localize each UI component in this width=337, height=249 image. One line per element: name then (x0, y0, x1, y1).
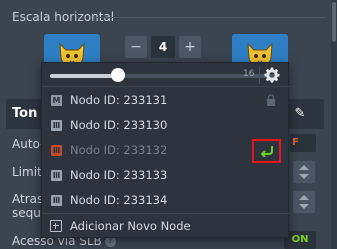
node-glyph: Ⅲ (52, 121, 61, 130)
list-item[interactable]: M Nodo ID: 233131 (42, 88, 290, 113)
node-label: Nodo ID: 233130 (70, 118, 168, 132)
topology-label: Ton (12, 106, 38, 121)
worker-node-icon: Ⅲ (51, 170, 62, 181)
section-divider (95, 17, 325, 18)
master-node-icon: M (51, 95, 62, 106)
node-label: Nodo ID: 233134 (70, 193, 168, 207)
increment-button[interactable]: + (179, 36, 201, 58)
node-dropdown: 16 M Nodo ID: 233131 Ⅲ Nodo ID: 233130 Ⅲ… (41, 62, 290, 238)
restore-node-button[interactable] (252, 139, 281, 163)
slider-handle[interactable] (110, 68, 125, 82)
node-count-slider-row: 16 (42, 63, 290, 87)
node-glyph: Ⅲ (52, 146, 61, 155)
add-icon (50, 220, 62, 232)
delay-spinner[interactable] (293, 191, 315, 213)
worker-node-icon: Ⅲ (51, 120, 62, 131)
list-item[interactable]: Ⅲ Nodo ID: 233134 (42, 188, 290, 213)
node-list: M Nodo ID: 233131 Ⅲ Nodo ID: 233130 Ⅲ No… (42, 88, 290, 213)
node-glyph: Ⅲ (52, 196, 61, 205)
edit-pencil-icon[interactable]: ✎ (287, 104, 313, 124)
node-glyph: M (52, 96, 61, 105)
auto-scaling-label: Auto- (12, 137, 45, 151)
node-count-stepper: − 4 + (125, 36, 201, 60)
lock-icon (267, 94, 275, 106)
worker-node-icon: Ⅲ (51, 195, 62, 206)
gear-icon[interactable] (264, 67, 280, 83)
restore-arrow-icon (260, 146, 273, 157)
disabled-node-icon: Ⅲ (51, 145, 62, 156)
limit-spinner[interactable] (293, 161, 315, 183)
node-label: Nodo ID: 233132 (70, 143, 168, 157)
node-count-value[interactable]: 4 (151, 36, 175, 58)
auto-scaling-toggle[interactable]: F (290, 134, 316, 152)
slider-fill (50, 74, 118, 78)
delay-label: Atras (12, 192, 44, 206)
add-node-label: Adicionar Novo Node (70, 219, 191, 233)
scrollbar-thumb[interactable] (332, 2, 336, 42)
list-item[interactable]: Ⅲ Nodo ID: 233132 (42, 138, 290, 163)
add-node-button[interactable]: Adicionar Novo Node (42, 213, 290, 238)
slider-divider (259, 66, 260, 84)
node-label: Nodo ID: 233131 (70, 93, 168, 107)
list-item[interactable]: Ⅲ Nodo ID: 233133 (42, 163, 290, 188)
node-label: Nodo ID: 233133 (70, 168, 168, 182)
scrollbar[interactable] (331, 0, 337, 249)
node-glyph: Ⅲ (52, 171, 61, 180)
list-item[interactable]: Ⅲ Nodo ID: 233130 (42, 113, 290, 138)
slider-max-label: 16 (243, 69, 255, 79)
decrement-button[interactable]: − (125, 36, 147, 58)
